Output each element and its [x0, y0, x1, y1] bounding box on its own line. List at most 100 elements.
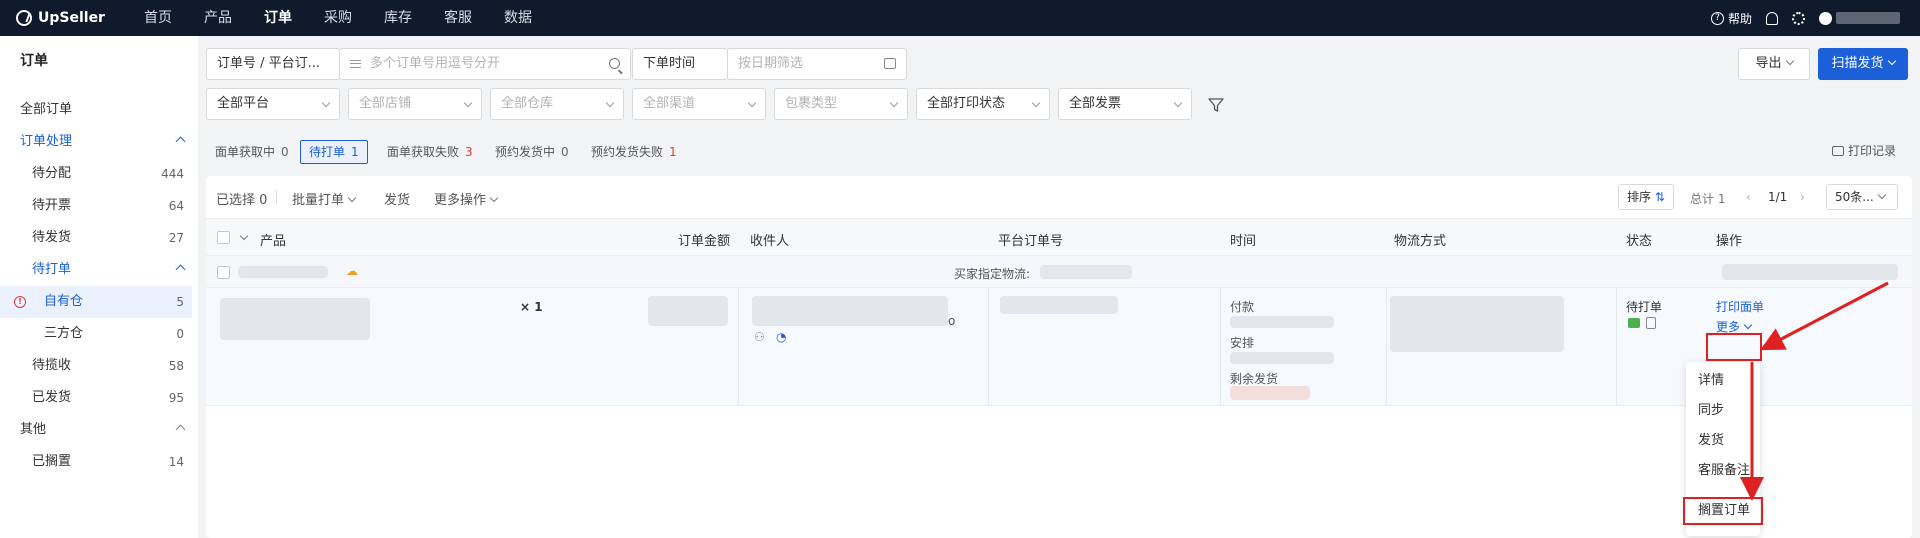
tab-to-print[interactable]: 待打单 1: [300, 140, 368, 164]
date-filter-input[interactable]: 按日期筛选: [727, 48, 907, 80]
sidebar-item-shelved[interactable]: 已搁置 14: [0, 446, 192, 478]
batch-print-dropdown[interactable]: 批量打单: [292, 189, 357, 208]
help-button[interactable]: ? 帮助: [1710, 10, 1752, 27]
contact-icon[interactable]: ⚇: [754, 330, 765, 344]
gear-icon[interactable]: [1792, 11, 1805, 25]
print-log-link[interactable]: 打印记录: [1831, 142, 1896, 159]
menu-item-ship[interactable]: 发货: [1686, 426, 1760, 456]
menu-item-sync[interactable]: 同步: [1686, 396, 1760, 426]
bell-icon[interactable]: [1766, 11, 1778, 25]
nav-customer-service[interactable]: 客服: [428, 0, 488, 36]
sidebar-item-to-assign[interactable]: 待分配 444: [0, 158, 192, 190]
package-type-select[interactable]: 包裹类型: [774, 88, 908, 120]
chevron-down-icon[interactable]: [239, 231, 249, 241]
sidebar-item-third-party-warehouse[interactable]: 三方仓 0: [0, 318, 192, 350]
product-image-redacted: [220, 298, 370, 340]
app-logo[interactable]: UpSeller: [16, 10, 128, 26]
invoice-select[interactable]: 全部发票: [1058, 88, 1192, 120]
chevron-up-icon: [175, 424, 186, 435]
time-type-select[interactable]: 下单时间: [632, 48, 728, 80]
print-status-select[interactable]: 全部打印状态: [916, 88, 1050, 120]
sidebar-group-processing[interactable]: 订单处理: [0, 126, 192, 158]
sidebar-item-count: 5: [176, 295, 184, 309]
time-remaining-label: 剩余发货: [1230, 372, 1279, 386]
sidebar-item-own-warehouse[interactable]: ! 自有仓 5: [0, 286, 192, 318]
tab-label: 预约发货中: [495, 145, 556, 159]
nav-products[interactable]: 产品: [188, 0, 248, 36]
filter-funnel-icon[interactable]: [1208, 97, 1224, 113]
sidebar-item-count: 444: [161, 167, 184, 181]
ship-button[interactable]: 发货: [384, 189, 410, 208]
sidebar-item-to-invoice[interactable]: 待开票 64: [0, 190, 192, 222]
buyer-logistics-label: 买家指定物流:: [954, 267, 1031, 281]
search-icon[interactable]: [609, 58, 620, 69]
shop-select[interactable]: 全部店铺: [348, 88, 482, 120]
tab-count: 3: [465, 145, 473, 159]
total-count: 总计 1: [1690, 192, 1726, 206]
chevron-down-icon: [747, 98, 757, 108]
nav-home[interactable]: 首页: [128, 0, 188, 36]
shop-name-redacted: [238, 266, 328, 278]
page-size-select[interactable]: 50条...: [1826, 184, 1898, 210]
sidebar-item-label: 三方仓: [44, 326, 84, 341]
tab-booking-shipment[interactable]: 预约发货中 0: [486, 140, 578, 164]
sort-icon: ⇅: [1654, 190, 1665, 204]
menu-item-details[interactable]: 详情: [1686, 366, 1760, 396]
col-platform-order-no: 平台订单号: [998, 234, 1064, 249]
order-no-input[interactable]: 多个订单号用逗号分开: [339, 48, 631, 80]
sidebar-item-label: 待打单: [32, 262, 72, 277]
chevron-down-icon: [889, 98, 899, 108]
time-paid-label: 付款: [1230, 300, 1255, 314]
cloud-sync-icon: ☁: [346, 264, 358, 278]
sidebar-group-others[interactable]: 其他: [0, 414, 192, 446]
menu-item-cs-note[interactable]: 客服备注: [1686, 456, 1760, 486]
page-size-value: 50条...: [1835, 190, 1874, 204]
tab-label: 面单获取中: [215, 145, 276, 159]
sidebar-item-label: 待分配: [32, 166, 72, 181]
more-actions-dropdown[interactable]: 更多操作: [434, 189, 499, 208]
printer-icon: [1831, 145, 1844, 156]
tab-count: 1: [669, 145, 677, 159]
selected-count: 已选择 0: [216, 193, 268, 208]
channel-select[interactable]: 全部渠道: [632, 88, 766, 120]
remaining-time-redacted: [1230, 386, 1310, 400]
select-all-checkbox[interactable]: [217, 231, 230, 244]
sort-button[interactable]: 排序 ⇅: [1618, 184, 1674, 210]
divider: [1386, 288, 1387, 406]
print-label-link[interactable]: 打印面单: [1716, 298, 1764, 315]
sidebar-group-to-print[interactable]: 待打单: [0, 254, 192, 286]
tab-count: 0: [561, 145, 569, 159]
sidebar-item-count: 95: [168, 391, 184, 405]
order-no-type-select[interactable]: 订单号 / 平台订...: [206, 48, 340, 80]
sidebar-item-label: 全部订单: [20, 102, 73, 117]
tab-booking-failed[interactable]: 预约发货失败 1: [582, 140, 686, 164]
sidebar-item-shipped[interactable]: 已发货 95: [0, 382, 192, 414]
list-icon: [350, 60, 361, 68]
nav-orders[interactable]: 订单: [248, 0, 308, 36]
platform-select[interactable]: 全部平台: [206, 88, 340, 120]
export-button[interactable]: 导出: [1738, 48, 1810, 80]
scan-ship-label: 扫描发货: [1831, 56, 1884, 71]
next-page-icon[interactable]: ›: [1800, 190, 1805, 204]
recipient-suffix: o: [948, 314, 956, 328]
order-meta-redacted: [1722, 264, 1898, 280]
group-checkbox[interactable]: [217, 266, 230, 279]
tab-label-fetch-failed[interactable]: 面单获取失败 3: [378, 140, 482, 164]
warehouse-select[interactable]: 全部仓库: [490, 88, 624, 120]
sidebar-item-count: 0: [176, 327, 184, 341]
nav-purchase[interactable]: 采购: [308, 0, 368, 36]
sidebar-item-to-pickup[interactable]: 待揽收 58: [0, 350, 192, 382]
chat-icon[interactable]: ◔: [776, 330, 786, 344]
chevron-down-icon: [347, 193, 357, 203]
tab-label: 预约发货失败: [591, 145, 664, 159]
nav-data[interactable]: 数据: [488, 0, 548, 36]
user-menu[interactable]: [1819, 11, 1900, 25]
tab-fetching-labels[interactable]: 面单获取中 0: [206, 140, 298, 164]
prev-page-icon[interactable]: ‹: [1746, 190, 1751, 204]
order-group-row: ☁ 买家指定物流:: [206, 256, 1912, 288]
nav-inventory[interactable]: 库存: [368, 0, 428, 36]
scan-ship-button[interactable]: 扫描发货: [1818, 48, 1908, 80]
divider: [988, 288, 989, 406]
sidebar-item-all-orders[interactable]: 全部订单: [0, 94, 192, 126]
sidebar-item-to-ship[interactable]: 待发货 27: [0, 222, 192, 254]
